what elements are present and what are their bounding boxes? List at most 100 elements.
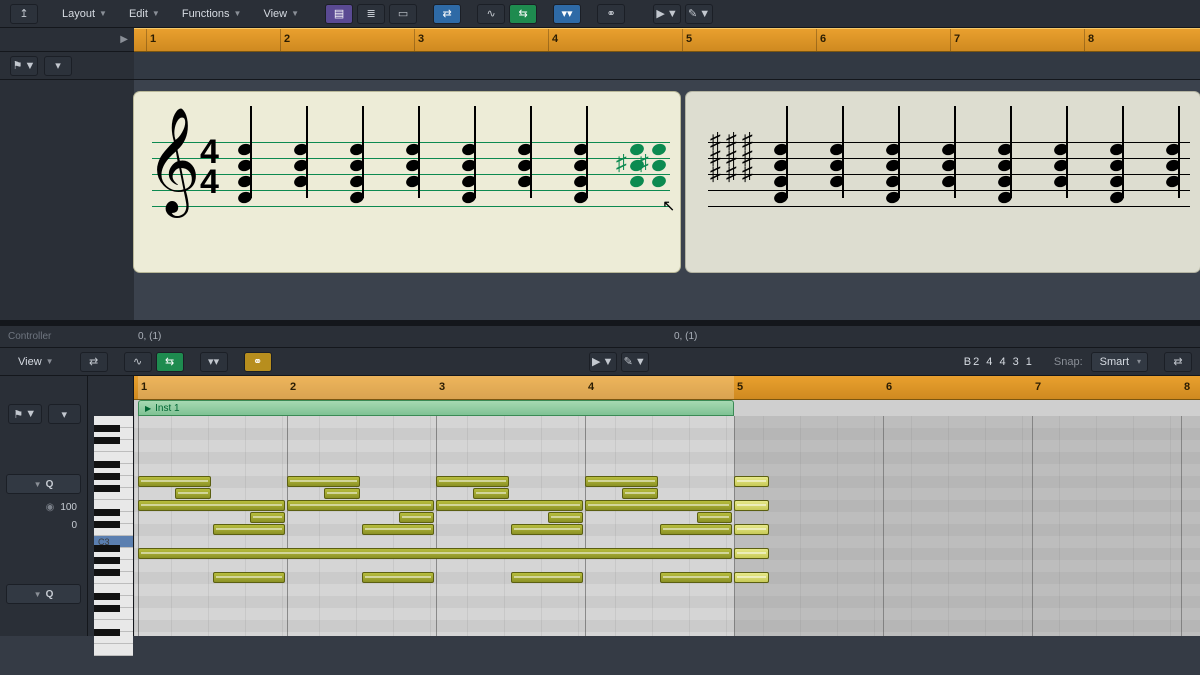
roll-midi-in-button[interactable] — [124, 352, 152, 372]
display-mode-button-2[interactable] — [357, 4, 385, 24]
sliders-icon — [1173, 355, 1182, 368]
roll-pointer-tool[interactable]: ▼ — [589, 352, 617, 372]
pianoroll-grid[interactable]: 12345678 ▶ Inst 1 — [134, 376, 1200, 636]
inspector-button[interactable] — [433, 4, 461, 24]
midi-note[interactable] — [697, 512, 732, 523]
menu-icon — [61, 408, 67, 421]
roll-pencil-tool[interactable]: ▼ — [621, 352, 649, 372]
pencil-tool[interactable]: ▼ — [685, 4, 713, 24]
midi-note[interactable] — [138, 548, 732, 559]
roll-catch-button[interactable]: ▾ — [200, 352, 228, 372]
snap-label: Snap: — [1054, 356, 1083, 368]
midi-note[interactable] — [399, 512, 434, 523]
play-icon: ▶ — [145, 404, 151, 413]
hierarchy-up-button[interactable] — [10, 4, 38, 24]
grid-icon — [334, 7, 344, 20]
treble-clef-icon: 𝄞 — [146, 114, 200, 206]
pianoroll-sidebar: ▼ ▼ 100 0 ▼ — [0, 376, 88, 636]
piano-keyboard[interactable]: C3 — [88, 376, 134, 636]
pointer-tool[interactable]: ▼ — [653, 4, 681, 24]
midi-in-button[interactable] — [477, 4, 505, 24]
midi-out-button[interactable] — [509, 4, 537, 24]
score-gutter — [0, 80, 134, 320]
roll-midi-out-button[interactable] — [156, 352, 184, 372]
flag-icon — [13, 408, 23, 421]
midi-note[interactable] — [138, 476, 211, 487]
pianoroll-region-header[interactable]: ▶ Inst 1 — [138, 400, 734, 416]
score-region[interactable]: ♯♯♯♯♯♯♯♯♯ — [686, 92, 1200, 272]
pencil-icon — [688, 7, 697, 20]
arrows-icon — [165, 355, 174, 368]
score-ruler[interactable]: 12345678 — [134, 28, 1200, 52]
time-signature: 44 — [200, 138, 219, 198]
roll-link-button[interactable] — [244, 352, 272, 372]
score-area[interactable]: 𝄞 44 ♯♯ ↖ ♯♯♯♯♯♯♯♯♯ — [134, 80, 1200, 320]
region-menu-button[interactable] — [44, 56, 72, 76]
quantize-button-2[interactable]: ▼ — [6, 584, 81, 604]
quantize-swing[interactable]: 0 — [0, 516, 87, 534]
midi-note[interactable] — [660, 572, 733, 583]
midi-note[interactable] — [548, 512, 583, 523]
midi-note[interactable] — [324, 488, 359, 499]
midi-note[interactable] — [734, 524, 769, 535]
knob-icon — [46, 502, 55, 513]
sliders-icon — [442, 7, 451, 20]
midi-note[interactable] — [287, 476, 360, 487]
score-pane: 𝄞 44 ♯♯ ↖ ♯♯♯♯♯♯♯♯♯ — [0, 80, 1200, 320]
sliders-icon — [89, 355, 98, 368]
midi-note[interactable] — [585, 476, 658, 487]
funnel-icon: ▾ — [562, 7, 573, 20]
region-flag-button[interactable]: ▼ — [10, 56, 38, 76]
score-region-selected[interactable]: 𝄞 44 ♯♯ ↖ — [134, 92, 680, 272]
midi-note[interactable] — [213, 572, 286, 583]
midi-note[interactable] — [436, 476, 509, 487]
midi-note[interactable] — [734, 572, 769, 583]
midi-note[interactable] — [213, 524, 286, 535]
quantize-strength[interactable]: 100 — [0, 498, 87, 516]
link-button[interactable] — [597, 4, 625, 24]
midi-note[interactable] — [511, 524, 584, 535]
score-ruler-row: ▶ 12345678 — [0, 28, 1200, 52]
display-mode-button-1[interactable] — [325, 4, 353, 24]
arrows-icon — [518, 7, 527, 20]
lines-icon — [366, 7, 375, 20]
edit-menu[interactable]: Edit▼ — [119, 4, 170, 24]
functions-menu[interactable]: Functions▼ — [172, 4, 252, 24]
roll-menu-button[interactable] — [48, 404, 82, 424]
snap-select[interactable]: Smart — [1091, 352, 1148, 372]
midi-note[interactable] — [734, 500, 769, 511]
midi-note[interactable] — [175, 488, 210, 499]
midi-note[interactable] — [287, 500, 434, 511]
pianoroll-ruler[interactable]: 12345678 — [134, 376, 1200, 400]
midi-note[interactable] — [436, 500, 583, 511]
playhead-flag-icon[interactable]: ▶ — [120, 34, 128, 45]
midi-note[interactable] — [511, 572, 584, 583]
pointer-icon — [592, 355, 600, 368]
display-mode-button-3[interactable] — [389, 4, 417, 24]
midi-note[interactable] — [660, 524, 733, 535]
layout-menu[interactable]: Layout▼ — [52, 4, 117, 24]
catch-button[interactable]: ▾ — [553, 4, 581, 24]
midi-note[interactable] — [362, 524, 435, 535]
roll-extra-button[interactable] — [1164, 352, 1192, 372]
up-icon — [19, 7, 28, 20]
mouse-cursor-icon: ↖ — [662, 196, 675, 216]
midi-note[interactable] — [138, 500, 285, 511]
flag-icon — [13, 59, 23, 72]
pointer-icon — [656, 7, 664, 20]
roll-flag-button[interactable]: ▼ — [8, 404, 42, 424]
marker-left: 0, (1) — [138, 331, 161, 342]
controller-row: Controller 0, (1) 0, (1) — [0, 326, 1200, 348]
midi-note[interactable] — [734, 476, 769, 487]
quantize-button[interactable]: ▼ — [6, 474, 81, 494]
roll-view-menu[interactable]: View▼ — [8, 352, 64, 372]
midi-note[interactable] — [622, 488, 657, 499]
midi-note[interactable] — [473, 488, 508, 499]
midi-note[interactable] — [250, 512, 285, 523]
pianoroll-note-grid[interactable] — [134, 416, 1200, 636]
midi-note[interactable] — [362, 572, 435, 583]
view-menu[interactable]: View▼ — [253, 4, 309, 24]
midi-note[interactable] — [734, 548, 769, 559]
midi-note[interactable] — [585, 500, 732, 511]
roll-inspector-button[interactable] — [80, 352, 108, 372]
